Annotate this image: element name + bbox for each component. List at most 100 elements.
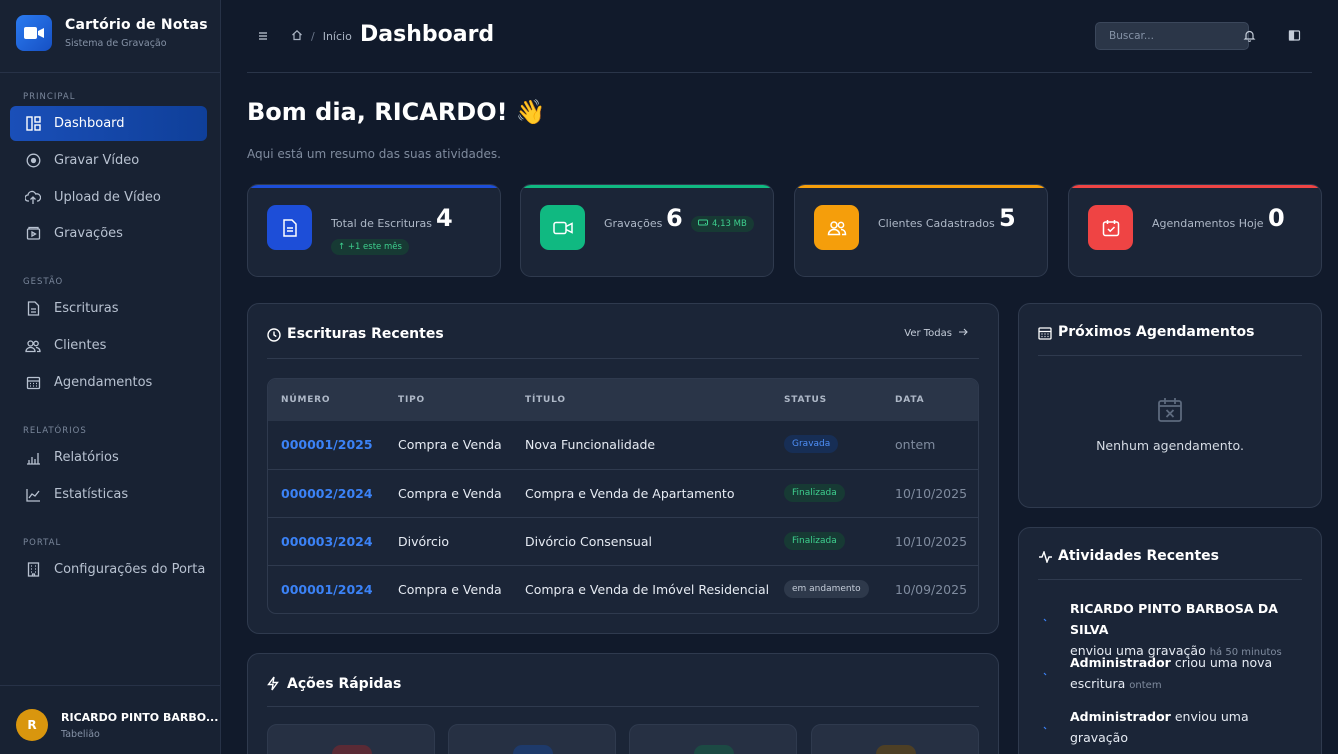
- breadcrumb-home-link[interactable]: Início: [323, 30, 352, 43]
- sidebar-item-label: Clientes: [54, 338, 107, 353]
- empty-message: Nenhum agendamento.: [1096, 438, 1244, 453]
- video-icon: [540, 205, 585, 250]
- activity-dot-icon: [1043, 611, 1049, 622]
- home-icon[interactable]: [291, 29, 303, 44]
- sidebar-item-upload-video[interactable]: Upload de Vídeo: [10, 180, 207, 215]
- activity-time: ontem: [1129, 680, 1162, 691]
- clock-icon: [267, 328, 281, 342]
- quick-action-button[interactable]: [811, 724, 979, 754]
- table-row[interactable]: 000003/2024 Divórcio Divórcio Consensual…: [268, 517, 978, 565]
- card-divider: [267, 706, 979, 707]
- deeds-table: NÚMERO TIPO TÍTULO STATUS DATA 000001/20…: [267, 378, 979, 614]
- deed-number-link[interactable]: 000003/2024: [281, 534, 373, 549]
- deed-number-link[interactable]: 000002/2024: [281, 486, 373, 501]
- section-label-principal: PRINCIPAL: [23, 92, 76, 102]
- dashboard-icon: [25, 116, 41, 132]
- bell-icon[interactable]: [1243, 29, 1257, 43]
- sidebar-item-configuracoes-portal[interactable]: Configurações do Porta: [10, 552, 207, 587]
- storage-size-badge: 4,13 MB: [691, 216, 754, 232]
- quick-action-button[interactable]: [448, 724, 616, 754]
- user-role: Tabelião: [61, 728, 100, 740]
- sidebar-item-relatorios[interactable]: Relatórios: [10, 440, 207, 475]
- column-header: STATUS: [784, 395, 827, 405]
- sidebar-item-escrituras[interactable]: Escrituras: [10, 291, 207, 326]
- activity-actor: Administrador: [1070, 709, 1171, 724]
- avatar: R: [16, 709, 48, 741]
- stat-accent-bar: [521, 185, 773, 188]
- arrow-right-icon: [958, 328, 968, 339]
- video-folder-icon: [25, 226, 41, 242]
- calendar-icon: [1038, 326, 1052, 340]
- sidebar-item-estatisticas[interactable]: Estatísticas: [10, 477, 207, 512]
- line-chart-icon: [25, 487, 41, 503]
- activities-card: Atividades Recentes RICARDO PINTO BARBOS…: [1018, 527, 1322, 754]
- stat-accent-bar: [248, 185, 500, 188]
- table-row[interactable]: 000001/2025 Compra e Venda Nova Funciona…: [268, 421, 978, 469]
- quick-action-icon: [694, 745, 734, 754]
- table-row[interactable]: 000002/2024 Compra e Venda Compra e Vend…: [268, 469, 978, 517]
- quick-action-button[interactable]: [267, 724, 435, 754]
- activity-actor: RICARDO PINTO BARBOSA DA SILVA: [1070, 601, 1278, 637]
- sidebar-item-label: Estatísticas: [54, 487, 129, 502]
- card-title: Atividades Recentes: [1058, 548, 1219, 564]
- activity-item: Administrador enviou uma gravação ontem: [1070, 706, 1310, 754]
- sidebar-item-gravacoes[interactable]: Gravações: [10, 216, 207, 251]
- stat-card-gravacoes[interactable]: Gravações 6 4,13 MB: [520, 184, 774, 277]
- table-row[interactable]: 000001/2024 Compra e Venda Compra e Vend…: [268, 565, 978, 613]
- search-input[interactable]: [1095, 22, 1249, 50]
- lightning-icon: [267, 676, 281, 691]
- card-divider: [1038, 579, 1302, 580]
- video-camera-icon: [16, 15, 52, 51]
- view-all-link[interactable]: Ver Todas: [904, 328, 968, 339]
- deed-date: 10/09/2025: [895, 582, 968, 597]
- deed-date: ontem: [895, 437, 936, 452]
- users-icon: [814, 205, 859, 250]
- status-badge: Finalizada: [784, 484, 845, 502]
- sidebar-item-dashboard[interactable]: Dashboard: [10, 106, 207, 141]
- section-label-relatorios: RELATÓRIOS: [23, 426, 87, 436]
- upload-cloud-icon: [25, 190, 41, 206]
- activity-pulse-icon: [1038, 549, 1052, 565]
- sidebar: Cartório de Notas Sistema de Gravação PR…: [0, 0, 221, 754]
- document-icon: [267, 205, 312, 250]
- stat-trend-badge: ↑ +1 este mês: [331, 239, 409, 255]
- sidebar-toggle-icon[interactable]: [1288, 29, 1302, 43]
- sidebar-item-label: Gravar Vídeo: [54, 153, 140, 168]
- quick-action-icon: [876, 745, 916, 754]
- sidebar-item-gravar-video[interactable]: Gravar Vídeo: [10, 143, 207, 178]
- deed-number-link[interactable]: 000001/2024: [281, 582, 373, 597]
- section-label-portal: PORTAL: [23, 538, 62, 548]
- stat-card-clientes[interactable]: Clientes Cadastrados 5: [794, 184, 1048, 277]
- greeting-title: Bom dia, RICARDO! 👋: [247, 98, 546, 126]
- sidebar-item-label: Gravações: [54, 226, 123, 241]
- column-header: TIPO: [398, 395, 425, 405]
- stat-value: 4: [436, 204, 453, 232]
- card-divider: [267, 358, 979, 359]
- calendar-icon: [25, 375, 41, 391]
- quick-action-button[interactable]: [629, 724, 797, 754]
- deed-title: Divórcio Consensual: [525, 534, 652, 549]
- hamburger-menu-icon[interactable]: [257, 30, 269, 42]
- stat-value: 0: [1268, 204, 1285, 232]
- brand[interactable]: Cartório de Notas Sistema de Gravação: [16, 15, 208, 51]
- user-profile[interactable]: R RICARDO PINTO BARBO... Tabelião: [16, 709, 218, 741]
- deed-date: 10/10/2025: [895, 534, 968, 549]
- table-header: NÚMERO TIPO TÍTULO STATUS DATA: [268, 379, 978, 421]
- main-content: / Início Dashboard Bom dia, RICARDO! 👋 A…: [221, 0, 1338, 754]
- deed-title: Compra e Venda de Apartamento: [525, 486, 735, 501]
- quick-action-icon: [332, 745, 372, 754]
- hard-drive-icon: [698, 219, 708, 229]
- sidebar-item-clientes[interactable]: Clientes: [10, 328, 207, 363]
- deed-date: 10/10/2025: [895, 486, 968, 501]
- card-divider: [1038, 355, 1302, 356]
- column-header: TÍTULO: [525, 395, 566, 405]
- sidebar-item-label: Configurações do Porta: [54, 562, 206, 577]
- breadcrumb: / Início: [291, 29, 352, 44]
- deed-number-link[interactable]: 000001/2025: [281, 437, 373, 452]
- topbar: / Início Dashboard: [247, 0, 1312, 73]
- stat-card-escrituras[interactable]: Total de Escrituras 4 ↑ +1 este mês: [247, 184, 501, 277]
- stat-card-agendamentos[interactable]: Agendamentos Hoje 0: [1068, 184, 1322, 277]
- sidebar-item-agendamentos[interactable]: Agendamentos: [10, 365, 207, 400]
- column-header: DATA: [895, 395, 925, 405]
- recent-deeds-card: Escrituras Recentes Ver Todas NÚMERO TIP…: [247, 303, 999, 634]
